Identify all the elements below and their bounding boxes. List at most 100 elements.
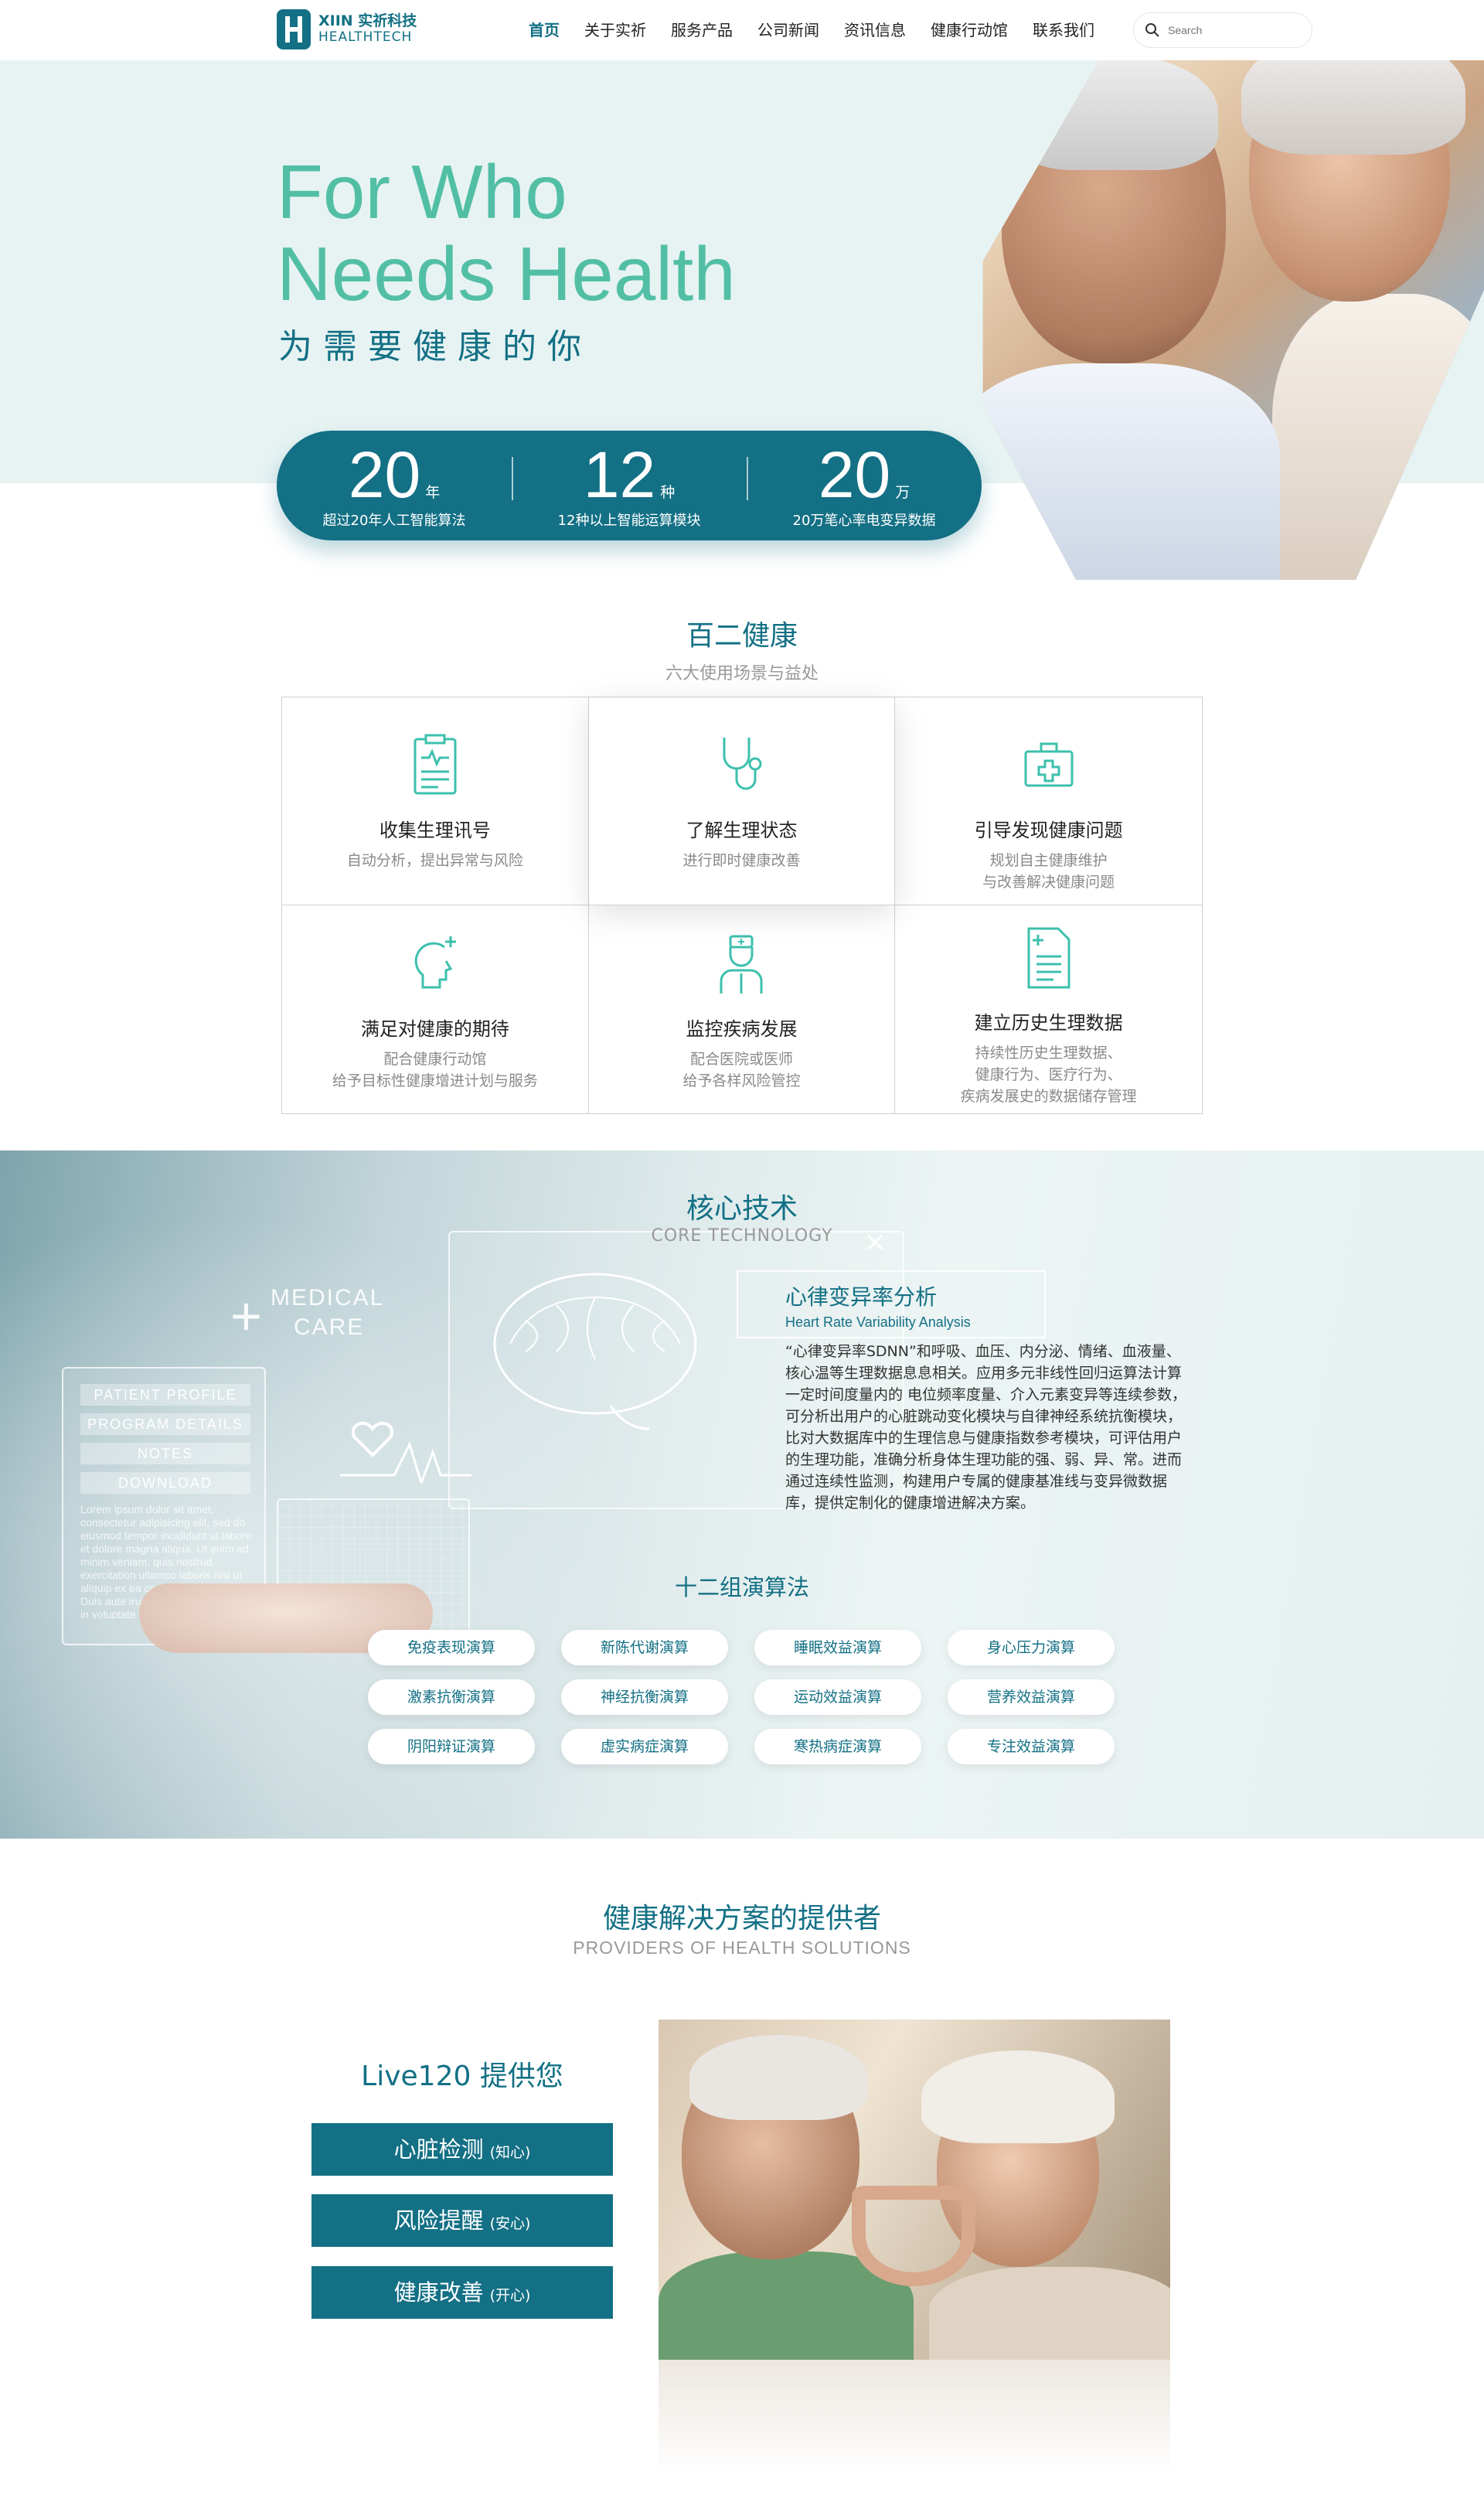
button-note: (安心) — [489, 2215, 531, 2232]
hrv-title: 心律变异率分析 — [785, 1284, 938, 1310]
algorithm-pill[interactable]: 运动效益演算 — [754, 1679, 921, 1715]
nav-item-home[interactable]: 首页 — [516, 19, 572, 42]
scenario-card[interactable]: 满足对健康的期待 配合健康行动馆 给予目标性健康增进计划与服务 — [282, 905, 589, 1113]
doctor-icon — [720, 935, 763, 994]
card-desc: 配合健康行动馆 给予目标性健康增进计划与服务 — [332, 1051, 538, 1089]
stat-label: 20万笔心率电变异数据 — [792, 513, 936, 529]
algorithm-pill[interactable]: 新陈代谢演算 — [561, 1630, 728, 1665]
stat-unit: 年 — [425, 484, 441, 501]
card-desc: 进行即时健康改善 — [682, 852, 801, 869]
algorithms-list: 免疫表现演算 新陈代谢演算 睡眠效益演算 身心压力演算 激素抗衡演算 神经抗衡演… — [368, 1630, 1116, 1764]
providers-subtitle: PROVIDERS OF HEALTH SOLUTIONS — [573, 1938, 911, 1958]
baier-subtitle: 六大使用场景与益处 — [665, 664, 819, 683]
stat-number: 20 — [348, 438, 421, 511]
nav-item-contact[interactable]: 联系我们 — [1020, 19, 1107, 42]
hero-title: For Who Needs Health — [277, 151, 736, 315]
hrv-subtitle: Heart Rate Variability Analysis — [785, 1314, 971, 1330]
stethoscope-icon — [723, 738, 762, 790]
nav-item-about[interactable]: 关于实祈 — [572, 19, 659, 42]
couple-photo — [659, 2020, 1170, 2360]
page: XIIN 实祈科技 HEALTHTECH 首页 关于实祈 服务产品 公司新闻 资… — [0, 0, 1484, 2519]
card-desc: 自动分析，提出异常与风险 — [346, 852, 523, 869]
medical-kit-icon — [1024, 742, 1074, 787]
stat-unit: 种 — [660, 484, 676, 501]
scenario-grid: 收集生理讯号 自动分析，提出异常与风险 了解生理状态 进行即时健康改善 引导发现… — [281, 697, 1203, 1114]
holo-download: DOWNLOAD — [80, 1472, 250, 1494]
heart-check-button[interactable]: 心脏检测 (知心) — [311, 2123, 613, 2176]
holo-notes: NOTES — [80, 1443, 250, 1464]
algorithms-title: 十二组演算法 — [674, 1574, 809, 1600]
algorithm-pill[interactable]: 专注效益演算 — [948, 1729, 1115, 1764]
providers-title: 健康解决方案的提供者 — [602, 1903, 881, 1934]
scenario-card[interactable]: 了解生理状态 进行即时健康改善 — [588, 697, 896, 905]
document-plus-icon — [1027, 927, 1070, 989]
stat-label: 12种以上智能运算模块 — [557, 513, 701, 529]
card-title: 建立历史生理数据 — [974, 1012, 1123, 1034]
scenario-card[interactable]: 建立历史生理数据 持续性历史生理数据、 健康行为、医疗行为、 疾病发展史的数据储… — [895, 905, 1202, 1113]
stat-records: 20 万 20万笔心率电变异数据 — [747, 441, 982, 530]
brain-icon — [493, 1273, 697, 1430]
logo-line2: HEALTHTECH — [318, 29, 413, 45]
heartbeat-icon — [340, 1421, 471, 1483]
button-note: (开心) — [489, 2287, 531, 2304]
stat-years: 20 年 超过20年人工智能算法 — [277, 441, 512, 530]
stat-modules: 12 种 12种以上智能运算模块 — [512, 441, 747, 530]
stat-unit: 万 — [895, 484, 910, 501]
stat-number: 20 — [818, 438, 891, 511]
health-improve-button[interactable]: 健康改善 (开心) — [311, 2266, 613, 2319]
algorithm-pill[interactable]: 神经抗衡演算 — [561, 1679, 728, 1715]
scenario-card[interactable]: 监控疾病发展 配合医院或医师 给予各样风险管控 — [588, 905, 896, 1113]
algorithm-pill[interactable]: 身心压力演算 — [948, 1630, 1115, 1665]
algorithm-pill[interactable]: 免疫表现演算 — [368, 1630, 535, 1665]
button-label: 健康改善 — [393, 2279, 484, 2306]
hero-subtitle: 为需要健康的你 — [278, 327, 592, 366]
card-desc: 规划自主健康维护 与改善解决健康问题 — [982, 852, 1115, 891]
card-desc: 配合医院或医师 给予各样风险管控 — [682, 1051, 801, 1089]
scenario-card[interactable]: 收集生理讯号 自动分析，提出异常与风险 — [282, 697, 589, 905]
search-box[interactable] — [1133, 12, 1312, 48]
nav-item-products[interactable]: 服务产品 — [659, 19, 745, 42]
main-menu: 首页 关于实祈 服务产品 公司新闻 资讯信息 健康行动馆 联系我们 — [516, 19, 1107, 42]
heart-hands-icon — [852, 2186, 975, 2286]
hero-title-line1: For Who — [277, 149, 567, 234]
logo[interactable]: XIIN 实祈科技 HEALTHTECH — [277, 9, 417, 49]
button-note: (知心) — [489, 2144, 531, 2161]
logo-mark-icon — [277, 9, 311, 49]
button-label: 风险提醒 — [393, 2207, 484, 2234]
clipboard-pulse-icon — [414, 734, 457, 795]
logo-line1: XIIN 实祈科技 — [318, 12, 417, 29]
head-plus-icon — [414, 936, 456, 989]
algorithm-pill[interactable]: 阴阳辩证演算 — [368, 1729, 535, 1764]
algorithm-pill[interactable]: 激素抗衡演算 — [368, 1679, 535, 1715]
scenario-card[interactable]: 引导发现健康问题 规划自主健康维护 与改善解决健康问题 — [895, 697, 1202, 905]
risk-alert-button[interactable]: 风险提醒 (安心) — [311, 2194, 613, 2247]
algorithm-pill[interactable]: 睡眠效益演算 — [754, 1630, 921, 1665]
nav-item-action-hall[interactable]: 健康行动馆 — [918, 19, 1020, 42]
stats-bar: 20 年 超过20年人工智能算法 12 种 12种以上智能运算模块 20 万 20万笔… — [277, 431, 982, 540]
hrv-description: “心律变异率SDNN”和呼吸、血压、内分泌、情绪、血液量、核心温等生理数据息息相… — [785, 1343, 1187, 1512]
card-title: 引导发现健康问题 — [974, 820, 1123, 841]
algorithm-pill[interactable]: 寒热病症演算 — [754, 1729, 921, 1764]
holo-care-label: CARE — [294, 1314, 365, 1340]
photo-reflection — [659, 2360, 1170, 2476]
card-title: 了解生理状态 — [686, 820, 798, 841]
nav-item-news[interactable]: 公司新闻 — [745, 19, 832, 42]
stat-label: 超过20年人工智能算法 — [322, 513, 466, 529]
holo-plus-icon: + — [230, 1286, 264, 1346]
algorithm-pill[interactable]: 营养效益演算 — [948, 1679, 1115, 1715]
button-label: 心脏检测 — [393, 2136, 484, 2163]
card-title: 收集生理讯号 — [379, 820, 491, 841]
live120-title: Live120 提供您 — [361, 2061, 563, 2092]
algorithm-pill[interactable]: 虚实病症演算 — [561, 1729, 728, 1764]
holo-patient-profile: PATIENT PROFILE — [80, 1384, 250, 1406]
hero-title-line2: Needs Health — [277, 231, 736, 316]
search-input[interactable] — [1168, 24, 1299, 36]
card-title: 满足对健康的期待 — [360, 1018, 509, 1040]
holo-medical-label: MEDICAL — [271, 1285, 385, 1311]
card-desc: 持续性历史生理数据、 健康行为、医疗行为、 疾病发展史的数据储存管理 — [960, 1045, 1137, 1105]
nav-item-info[interactable]: 资讯信息 — [832, 19, 918, 42]
holo-program-details: PROGRAM DETAILS — [80, 1413, 250, 1435]
stat-number: 12 — [583, 438, 656, 511]
core-title: 核心技术 — [686, 1193, 798, 1225]
baier-title: 百二健康 — [686, 620, 798, 652]
